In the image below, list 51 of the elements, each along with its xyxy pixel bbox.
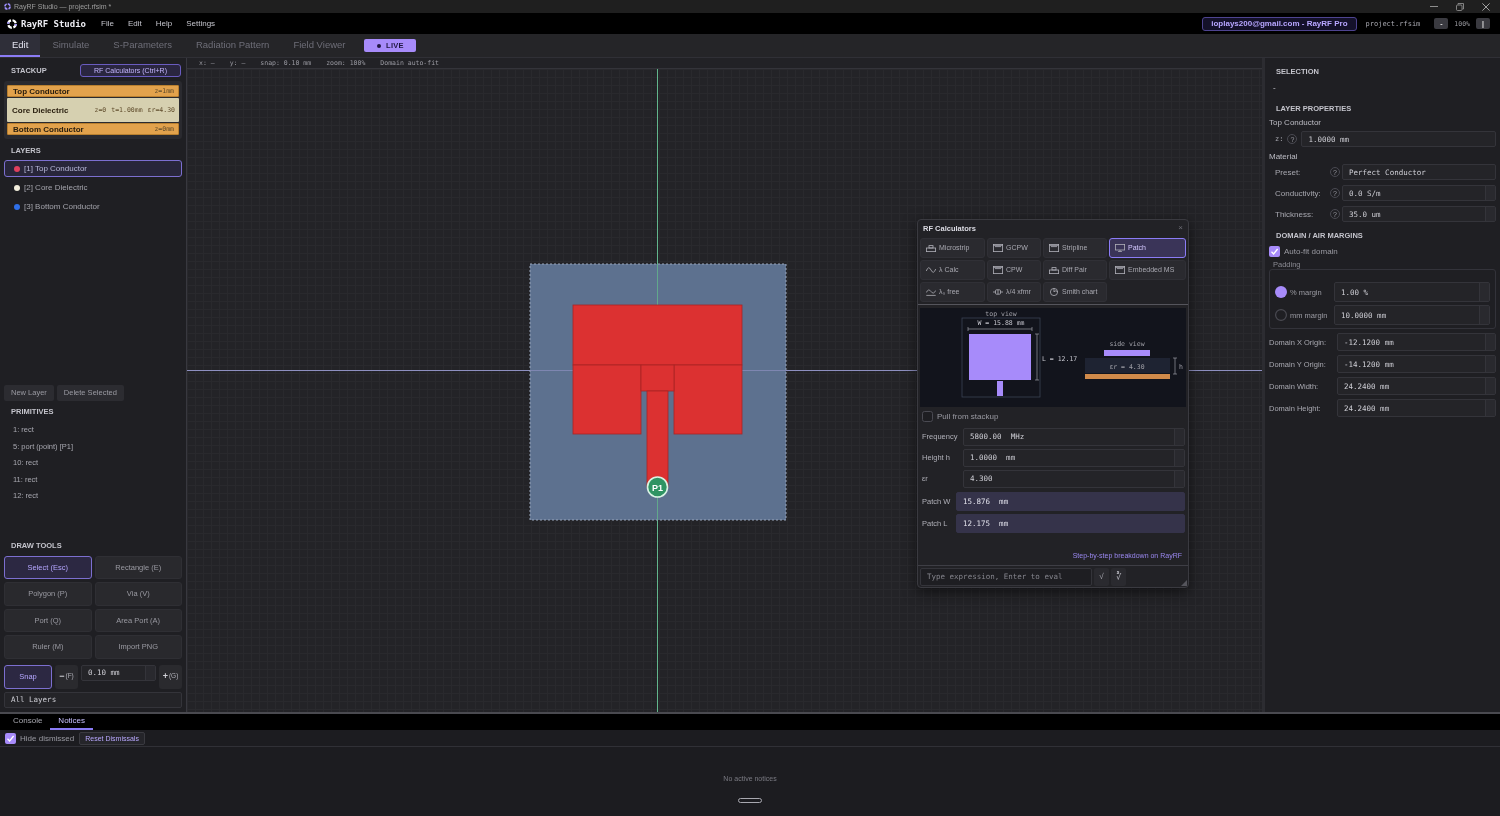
tab[interactable]: Edit: [0, 34, 41, 57]
account-badge[interactable]: ioplays200@gmail.com - RayRF Pro: [1202, 16, 1357, 31]
board-icon: [1115, 265, 1125, 274]
checkbox-label: Auto-fit domain: [1284, 247, 1338, 256]
strip-icon: [1049, 265, 1059, 274]
menu-item[interactable]: Settings: [186, 19, 216, 28]
status-dot-icon: [377, 43, 382, 48]
stackup-layer-name: Core Dielectric: [12, 105, 70, 115]
port-marker[interactable]: [646, 476, 669, 498]
close-icon[interactable]: [1482, 2, 1490, 11]
layer-item[interactable]: [3] Bottom Conductor: [4, 198, 182, 215]
field-label: Thickness:: [1274, 209, 1315, 219]
layer-name: Top Conductor: [1269, 118, 1322, 128]
menu-item[interactable]: Help: [155, 19, 173, 28]
field-label: Conductivity:: [1274, 188, 1322, 198]
stackup-layer-name: Bottom Conductor: [13, 124, 85, 134]
field-label: Preset:: [1274, 167, 1302, 177]
layer-item[interactable]: [2] Core Dielectric: [4, 179, 182, 196]
margin-radio[interactable]: [1275, 309, 1287, 321]
wave-icon: [926, 265, 936, 274]
coil-icon: [993, 287, 1003, 296]
board-icon: [1049, 243, 1059, 252]
app-logo-icon: [4, 3, 11, 10]
panel-tab[interactable]: Console: [5, 714, 51, 730]
board-icon: [993, 243, 1003, 252]
pull-from-stackup-checkbox[interactable]: [922, 410, 933, 422]
panel-tab[interactable]: Notices: [50, 714, 94, 730]
restore-icon[interactable]: [1456, 2, 1464, 11]
monitor-icon: [1115, 243, 1125, 252]
app-logo-icon: [7, 18, 17, 29]
math-button[interactable]: ∛: [1111, 567, 1126, 586]
strip-icon: [926, 243, 936, 252]
auto-fit-checkbox[interactable]: [1269, 246, 1280, 257]
app-name: RayRF Studio: [21, 18, 87, 29]
checkbox-label: Pull from stackup: [937, 411, 999, 421]
hide-dismissed-checkbox[interactable]: [5, 732, 16, 744]
checkbox-label: Hide dismissed: [20, 733, 75, 743]
selection-value: -: [1272, 83, 1276, 93]
resize-handle-icon[interactable]: [1181, 580, 1187, 586]
menu-item[interactable]: File: [101, 19, 114, 28]
menu-item[interactable]: Edit: [127, 19, 142, 28]
stackup-layer-name: Top Conductor: [13, 86, 71, 96]
wave-icon: [926, 287, 936, 296]
board-icon: [993, 265, 1003, 274]
circle-chart-icon: [1049, 287, 1059, 296]
handle-icon: [738, 798, 762, 803]
layer-item[interactable]: [1] Top Conductor: [4, 160, 182, 177]
group-label: Material: [1269, 152, 1298, 162]
margin-radio[interactable]: [1275, 286, 1287, 298]
port-label: P1: [652, 482, 663, 493]
math-button[interactable]: √: [1094, 567, 1109, 586]
